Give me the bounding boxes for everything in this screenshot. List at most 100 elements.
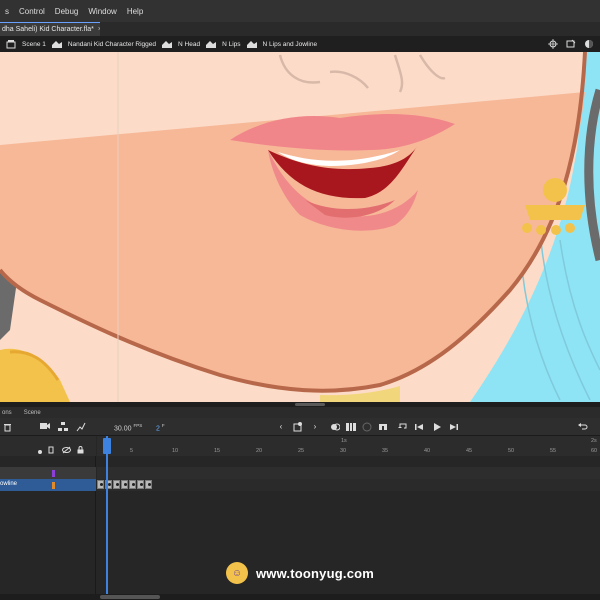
- graph-icon[interactable]: [76, 422, 86, 432]
- breadcrumb-label: N Head: [178, 40, 201, 48]
- frame-number: 60: [591, 448, 598, 454]
- current-frame-readout[interactable]: 2 F: [156, 423, 165, 432]
- frame-number: 30: [340, 448, 347, 454]
- animate-window: s Control Debug Window Help dha Saheli) …: [0, 0, 600, 600]
- menu-bar: s Control Debug Window Help: [0, 0, 600, 22]
- clip-content-icon[interactable]: [566, 39, 576, 49]
- layers-header: [0, 436, 96, 456]
- camera-icon[interactable]: [40, 422, 50, 432]
- menu-item-debug[interactable]: Debug: [50, 7, 84, 16]
- menu-item-help[interactable]: Help: [122, 7, 148, 16]
- breadcrumb-scene[interactable]: Scene 1: [6, 39, 46, 49]
- center-stage-icon[interactable]: [548, 39, 558, 49]
- frame-row-selected[interactable]: [97, 479, 600, 491]
- breadcrumb-label: Scene 1: [22, 40, 46, 48]
- frame-number: 55: [550, 448, 557, 454]
- step-forward-icon[interactable]: [449, 422, 459, 432]
- highlight-icon[interactable]: [37, 442, 43, 460]
- fps-unit: FPS: [133, 423, 143, 428]
- layer-row-selected[interactable]: owline: [0, 479, 96, 491]
- layer-color-swatch[interactable]: [52, 482, 55, 489]
- frame-number: 45: [466, 448, 473, 454]
- timeline-scrollbar[interactable]: [0, 594, 600, 600]
- breadcrumb-symbol-rig[interactable]: Nandani Kid Character Rigged: [51, 40, 157, 49]
- splitter-handle[interactable]: [295, 403, 325, 406]
- edit-multiple-frames-icon[interactable]: [346, 422, 356, 432]
- layer-name: owline: [0, 481, 18, 487]
- toonyug-logo-icon: ☺: [225, 562, 248, 584]
- menu-item-control[interactable]: Control: [14, 7, 50, 16]
- breadcrumb-symbol-lips[interactable]: N Lips: [206, 40, 241, 49]
- eye-icon[interactable]: [62, 441, 71, 459]
- stage-canvas[interactable]: [0, 52, 600, 402]
- stage-controls: [548, 39, 594, 49]
- watermark-footer: ☺ www.toonyug.com: [0, 556, 600, 590]
- scrollbar-thumb[interactable]: [100, 595, 160, 599]
- tab-scene[interactable]: Scene: [24, 410, 41, 416]
- frame-number: 25: [298, 448, 305, 454]
- frame-number: 15: [214, 448, 221, 454]
- panel-tabs: ons Scene: [0, 407, 600, 418]
- frame-number: 5: [130, 448, 134, 454]
- frame-unit: F: [161, 423, 165, 428]
- keyframe[interactable]: [137, 480, 144, 489]
- watermark-url: www.toonyug.com: [255, 565, 375, 581]
- frame-number: 35: [382, 448, 389, 454]
- scene-icon: [6, 39, 16, 49]
- loop-disabled-icon[interactable]: [362, 422, 372, 432]
- symbol-icon: [162, 40, 173, 49]
- onion-skin-icon[interactable]: [330, 422, 341, 432]
- playhead[interactable]: [103, 438, 111, 454]
- layer-parenting-icon[interactable]: [58, 422, 68, 432]
- breadcrumb-symbol-jowline[interactable]: N Lips and Jowline: [246, 40, 318, 49]
- breadcrumb-label: N Lips and Jowline: [262, 40, 318, 48]
- breadcrumb-label: N Lips: [222, 40, 241, 48]
- breadcrumb-symbol-head[interactable]: N Head: [162, 40, 200, 49]
- fps-value: 30.00: [114, 425, 132, 433]
- keyframe[interactable]: [97, 480, 104, 489]
- second-marker: 1s: [341, 438, 347, 444]
- close-icon[interactable]: ×: [98, 26, 100, 33]
- prev-keyframe-icon[interactable]: ‹: [276, 422, 286, 432]
- insert-keyframe-icon[interactable]: [293, 422, 303, 432]
- document-tab-title: dha Saheli) Kid Character.fla*: [2, 26, 94, 33]
- frame-number: 50: [508, 448, 515, 454]
- breadcrumb: Scene 1 Nandani Kid Character Rigged N H…: [0, 36, 600, 52]
- seconds-ruler: 1s 2s: [97, 436, 600, 446]
- tab-actions[interactable]: ons: [2, 410, 12, 416]
- frame-number: 40: [424, 448, 431, 454]
- symbol-icon: [246, 40, 257, 49]
- second-marker: 2s: [591, 438, 597, 444]
- document-tab-strip: dha Saheli) Kid Character.fla* ×: [0, 22, 600, 36]
- keyframe[interactable]: [145, 480, 152, 489]
- center-frame-icon[interactable]: [378, 422, 388, 432]
- frame-number: 10: [172, 448, 179, 454]
- keyframe[interactable]: [121, 480, 128, 489]
- frame-row[interactable]: [97, 467, 600, 479]
- symbol-icon: [51, 40, 62, 49]
- color-effect-icon[interactable]: [584, 39, 594, 49]
- fps-readout[interactable]: 30.00 FPS: [114, 423, 142, 432]
- keyframe[interactable]: [113, 480, 120, 489]
- outline-icon[interactable]: [48, 441, 54, 459]
- character-artwork: [0, 52, 600, 402]
- layer-color-swatch[interactable]: [52, 470, 55, 477]
- undo-icon[interactable]: [578, 422, 588, 432]
- step-back-icon[interactable]: [414, 422, 424, 432]
- trash-icon[interactable]: [2, 422, 12, 432]
- current-frame-value: 2: [156, 425, 160, 433]
- next-keyframe-icon[interactable]: ›: [310, 422, 320, 432]
- breadcrumb-label: Nandani Kid Character Rigged: [67, 40, 157, 48]
- play-icon[interactable]: [432, 422, 442, 432]
- menu-item-window[interactable]: Window: [83, 7, 121, 16]
- keyframe[interactable]: [129, 480, 136, 489]
- loop-icon[interactable]: [398, 422, 408, 432]
- symbol-icon: [206, 40, 217, 49]
- frame-number: 20: [256, 448, 263, 454]
- document-tab[interactable]: dha Saheli) Kid Character.fla* ×: [0, 22, 100, 36]
- menu-item-commands[interactable]: s: [0, 7, 14, 16]
- timeline-toolbar: 30.00 FPS 2 F ‹ ›: [0, 418, 600, 436]
- layer-row[interactable]: [0, 467, 96, 479]
- lock-icon[interactable]: [77, 441, 84, 459]
- frame-ruler[interactable]: 5 10 15 20 25 30 35 40 45 50 55 60: [97, 446, 600, 456]
